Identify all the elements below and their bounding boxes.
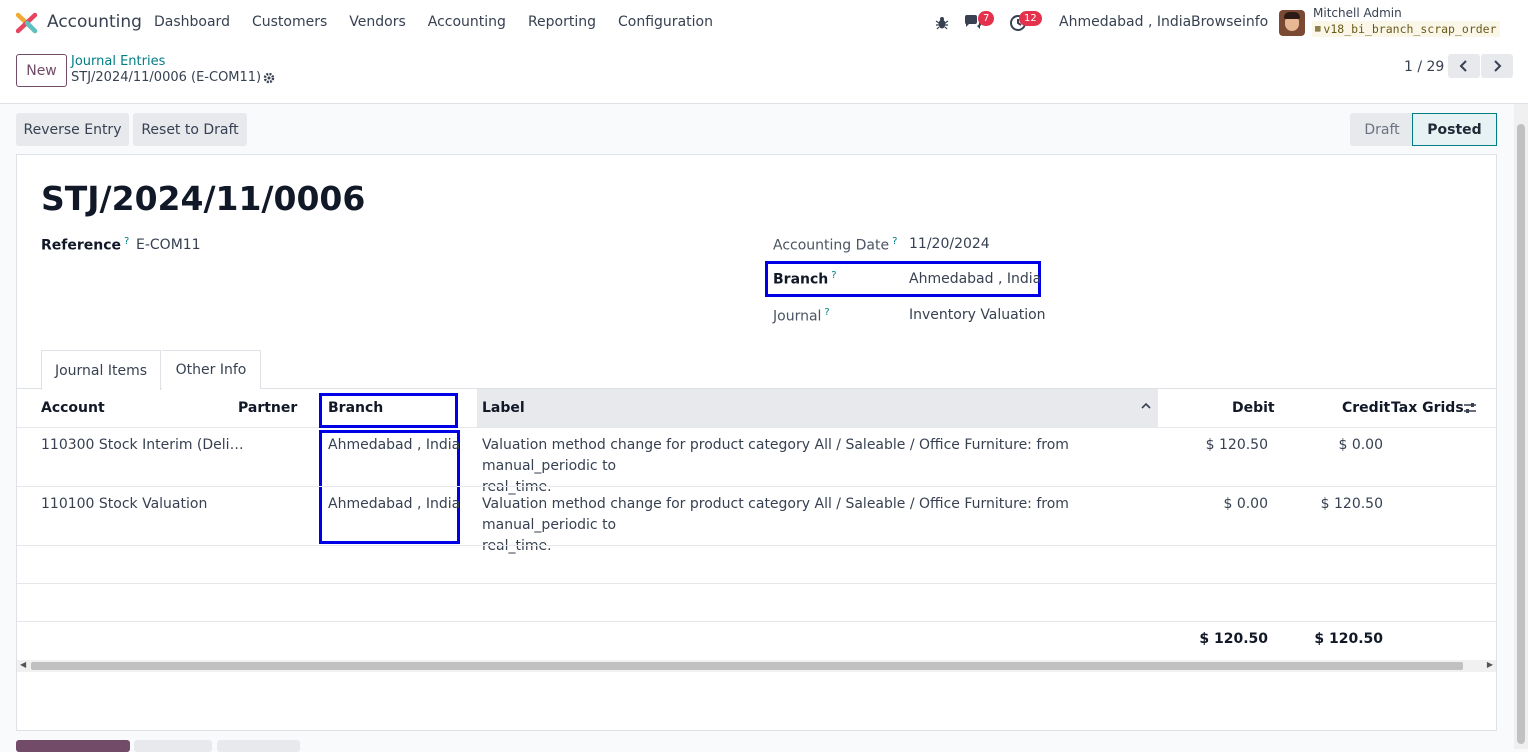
form-sheet: STJ/2024/11/0006 Reference? E-COM11 Acco… <box>16 154 1497 731</box>
column-credit[interactable]: Credit <box>1342 400 1390 416</box>
reset-to-draft-button[interactable]: Reset to Draft <box>133 113 247 146</box>
help-icon[interactable]: ? <box>892 236 897 247</box>
menu-vendors[interactable]: Vendors <box>349 14 405 30</box>
bottom-secondary-button[interactable] <box>217 740 300 752</box>
user-name[interactable]: Mitchell Admin <box>1313 6 1402 20</box>
messages-badge: 7 <box>978 11 995 26</box>
row-separator <box>17 621 1496 622</box>
row-credit[interactable]: $ 0.00 <box>1338 435 1383 456</box>
scroll-right-icon[interactable]: ▶ <box>1487 660 1493 669</box>
main-menu: Dashboard Customers Vendors Accounting R… <box>154 14 735 30</box>
menu-accounting[interactable]: Accounting <box>428 14 506 30</box>
horizontal-scrollbar[interactable]: ◀ ▶ <box>17 660 1496 672</box>
scroll-left-icon[interactable]: ◀ <box>20 660 26 669</box>
branch-label: Branch? <box>773 270 837 288</box>
reverse-entry-button[interactable]: Reverse Entry <box>16 113 129 146</box>
help-icon[interactable]: ? <box>824 307 829 318</box>
row-debit[interactable]: $ 120.50 <box>1206 435 1268 456</box>
accounting-date-label: Accounting Date? <box>773 236 898 254</box>
total-credit: $ 120.50 <box>1314 631 1383 647</box>
total-debit: $ 120.50 <box>1199 631 1268 647</box>
optional-columns-icon[interactable] <box>1463 401 1477 415</box>
row-account[interactable]: 110100 Stock Valuation <box>41 494 207 515</box>
row-branch[interactable]: Ahmedabad , India <box>328 494 460 515</box>
new-button[interactable]: New <box>16 54 67 87</box>
reference-value[interactable]: E-COM11 <box>136 237 201 253</box>
avatar[interactable] <box>1279 10 1305 36</box>
stage-draft[interactable]: Draft <box>1350 113 1414 146</box>
pager-next-button[interactable] <box>1481 54 1513 78</box>
chevron-right-icon <box>1494 60 1502 72</box>
branch-switcher[interactable]: Ahmedabad , India <box>1059 14 1191 30</box>
app-name[interactable]: Accounting <box>47 12 142 32</box>
column-debit[interactable]: Debit <box>1232 400 1275 416</box>
menu-configuration[interactable]: Configuration <box>618 14 713 30</box>
help-icon[interactable]: ? <box>831 270 836 281</box>
journal-value[interactable]: Inventory Valuation <box>909 307 1046 323</box>
tab-other-info[interactable]: Other Info <box>162 350 261 389</box>
row-debit[interactable]: $ 0.00 <box>1223 494 1268 515</box>
bottom-secondary-button[interactable] <box>134 740 212 752</box>
column-account[interactable]: Account <box>41 400 105 416</box>
accounting-date-value[interactable]: 11/20/2024 <box>909 236 990 252</box>
row-credit[interactable]: $ 120.50 <box>1321 494 1383 515</box>
row-label[interactable]: Valuation method change for product cate… <box>482 435 1162 498</box>
top-navbar: Accounting Dashboard Customers Vendors A… <box>0 0 1528 46</box>
breadcrumb-current: STJ/2024/11/0006 (E-COM11) <box>71 70 262 85</box>
database-name: v18_bi_branch_scrap_order <box>1323 22 1497 36</box>
chevron-left-icon <box>1459 60 1467 72</box>
page-title: STJ/2024/11/0006 <box>41 179 366 218</box>
tab-journal-items[interactable]: Journal Items <box>41 350 161 390</box>
pager-value[interactable]: 1 / 29 <box>1404 59 1444 75</box>
table-header <box>477 389 1158 427</box>
row-label[interactable]: Valuation method change for product cate… <box>482 494 1162 557</box>
activities-badge: 12 <box>1019 11 1042 26</box>
odoo-apps-icon[interactable] <box>16 12 38 34</box>
control-panel: New Journal Entries STJ/2024/11/0006 (E-… <box>0 46 1528 104</box>
menu-customers[interactable]: Customers <box>252 14 327 30</box>
column-partner[interactable]: Partner <box>238 400 297 416</box>
form-statusbar: Reverse Entry Reset to Draft Draft Poste… <box>0 105 1514 153</box>
branch-value[interactable]: Ahmedabad , India <box>909 271 1041 287</box>
column-label[interactable]: Label <box>482 400 525 416</box>
pager-previous-button[interactable] <box>1448 54 1480 78</box>
journal-label: Journal? <box>773 307 830 325</box>
branch-column-header-highlight <box>319 393 458 428</box>
gear-icon[interactable] <box>263 72 275 84</box>
reference-label: Reference? <box>41 236 130 254</box>
row-separator <box>17 486 1496 487</box>
bug-icon[interactable] <box>934 15 950 31</box>
bottom-primary-button[interactable] <box>16 740 130 752</box>
vertical-scrollbar[interactable] <box>1514 104 1528 749</box>
database-icon: ▦ <box>1315 24 1321 34</box>
column-tax-grids[interactable]: Tax Grids <box>1391 400 1464 416</box>
row-branch[interactable]: Ahmedabad , India <box>328 435 460 456</box>
stage-posted[interactable]: Posted <box>1412 113 1497 146</box>
row-separator <box>17 545 1496 546</box>
menu-dashboard[interactable]: Dashboard <box>154 14 230 30</box>
header-separator <box>17 427 1496 428</box>
company-switcher[interactable]: Browseinfo <box>1191 14 1268 30</box>
database-badge: ▦ v18_bi_branch_scrap_order <box>1312 21 1500 37</box>
breadcrumb-parent[interactable]: Journal Entries <box>71 54 165 69</box>
menu-reporting[interactable]: Reporting <box>528 14 596 30</box>
chevron-up-icon[interactable] <box>1141 402 1151 410</box>
row-separator <box>17 583 1496 584</box>
help-icon[interactable]: ? <box>124 236 129 247</box>
row-account[interactable]: 110300 Stock Interim (Deli… <box>41 435 244 456</box>
